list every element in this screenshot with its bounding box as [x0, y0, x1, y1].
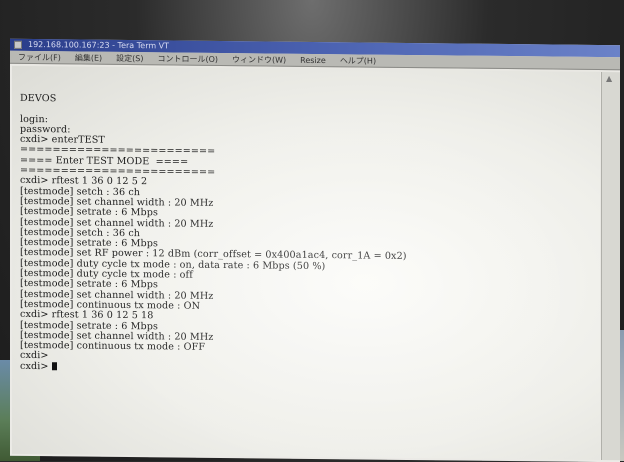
terminal-window: 192.168.100.167:23 - Tera Term VT ファイル(F…	[10, 38, 620, 462]
text-cursor	[51, 361, 57, 371]
window-title: 192.168.100.167:23 - Tera Term VT	[28, 39, 170, 51]
menu-item-edit[interactable]: 編集(E)	[75, 51, 102, 63]
menu-item-window[interactable]: ウィンドウ(W)	[232, 53, 286, 66]
terminal-output[interactable]: DEVOS login: password: cxdi> enterTEST =…	[12, 65, 600, 460]
vertical-scrollbar[interactable]: ▲	[601, 71, 620, 461]
app-icon	[14, 40, 22, 49]
terminal-prompt: cxdi>	[20, 360, 49, 372]
scroll-up-icon[interactable]: ▲	[606, 74, 612, 83]
menu-item-control[interactable]: コントロール(O)	[157, 52, 218, 65]
menu-item-setup[interactable]: 設定(S)	[116, 52, 143, 64]
menu-item-file[interactable]: ファイル(F)	[18, 51, 61, 63]
menu-item-resize[interactable]: Resize	[300, 54, 326, 66]
menu-item-help[interactable]: ヘルプ(H)	[340, 54, 376, 66]
